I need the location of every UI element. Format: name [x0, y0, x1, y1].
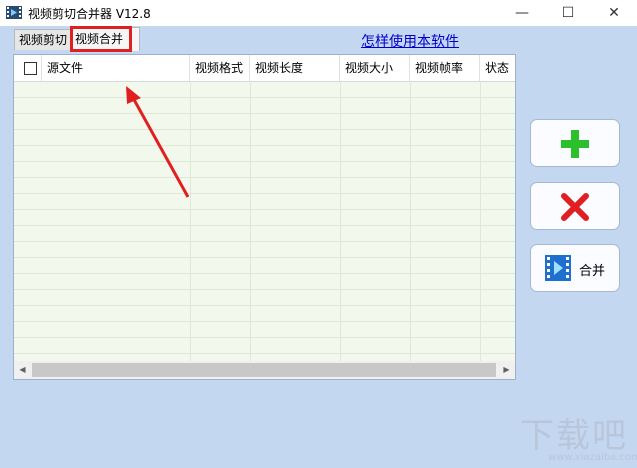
app-icon: [6, 6, 22, 19]
window-title: 视频剪切合并器 V12.8: [28, 7, 151, 21]
maximize-button[interactable]: ☐: [545, 0, 591, 26]
tab-video-cut[interactable]: 视频剪切: [14, 29, 76, 50]
merge-button[interactable]: 合并: [530, 244, 620, 292]
grid-line: [14, 337, 515, 338]
tab-highlight-box: [70, 26, 132, 52]
column-size[interactable]: 视频大小: [340, 55, 410, 81]
scroll-left-arrow-icon[interactable]: ◀: [14, 361, 31, 379]
grid-line: [14, 209, 515, 210]
add-file-button[interactable]: [530, 119, 620, 167]
grid-column-line: [410, 81, 411, 369]
close-button[interactable]: ✕: [591, 0, 637, 26]
merge-button-label: 合并: [579, 264, 606, 279]
grid-line: [14, 257, 515, 258]
table-header: 源文件 视频格式 视频长度 视频大小 视频帧率 状态: [14, 55, 515, 82]
film-play-icon: [545, 255, 571, 281]
select-all-column: [14, 55, 42, 81]
grid-line: [14, 177, 515, 178]
plus-icon: [561, 130, 589, 158]
grid-column-line: [250, 81, 251, 369]
minimize-button[interactable]: —: [499, 0, 545, 26]
horizontal-scrollbar[interactable]: ◀ ▶: [14, 361, 515, 379]
column-source-file[interactable]: 源文件: [42, 55, 190, 81]
select-all-checkbox[interactable]: [24, 62, 37, 75]
grid-line: [14, 193, 515, 194]
help-link[interactable]: 怎样使用本软件: [361, 31, 459, 51]
grid-column-line: [190, 81, 191, 369]
grid-column-line: [340, 81, 341, 369]
grid-line: [14, 241, 515, 242]
delete-x-icon: [561, 193, 589, 221]
column-length[interactable]: 视频长度: [250, 55, 340, 81]
grid-line: [14, 97, 515, 98]
grid-line: [14, 113, 515, 114]
grid-line: [14, 321, 515, 322]
grid-line: [14, 161, 515, 162]
scroll-right-arrow-icon[interactable]: ▶: [498, 361, 515, 379]
watermark-logo: 下载吧: [520, 416, 628, 456]
grid-column-line: [480, 81, 481, 369]
grid-line: [14, 273, 515, 274]
delete-file-button[interactable]: [530, 182, 620, 230]
grid-line: [14, 145, 515, 146]
grid-line: [14, 353, 515, 354]
column-status[interactable]: 状态: [480, 55, 515, 81]
column-frame-rate[interactable]: 视频帧率: [410, 55, 480, 81]
column-format[interactable]: 视频格式: [190, 55, 250, 81]
scrollbar-thumb[interactable]: [32, 363, 496, 377]
grid-line: [14, 289, 515, 290]
grid-line: [14, 225, 515, 226]
grid-line: [14, 129, 515, 130]
title-bar: 视频剪切合并器 V12.8 — ☐ ✕: [0, 0, 637, 26]
grid-line: [14, 305, 515, 306]
watermark-url: www.xiazaiba.com: [548, 452, 637, 463]
file-table: 源文件 视频格式 视频长度 视频大小 视频帧率 状态 ◀ ▶: [13, 54, 516, 380]
